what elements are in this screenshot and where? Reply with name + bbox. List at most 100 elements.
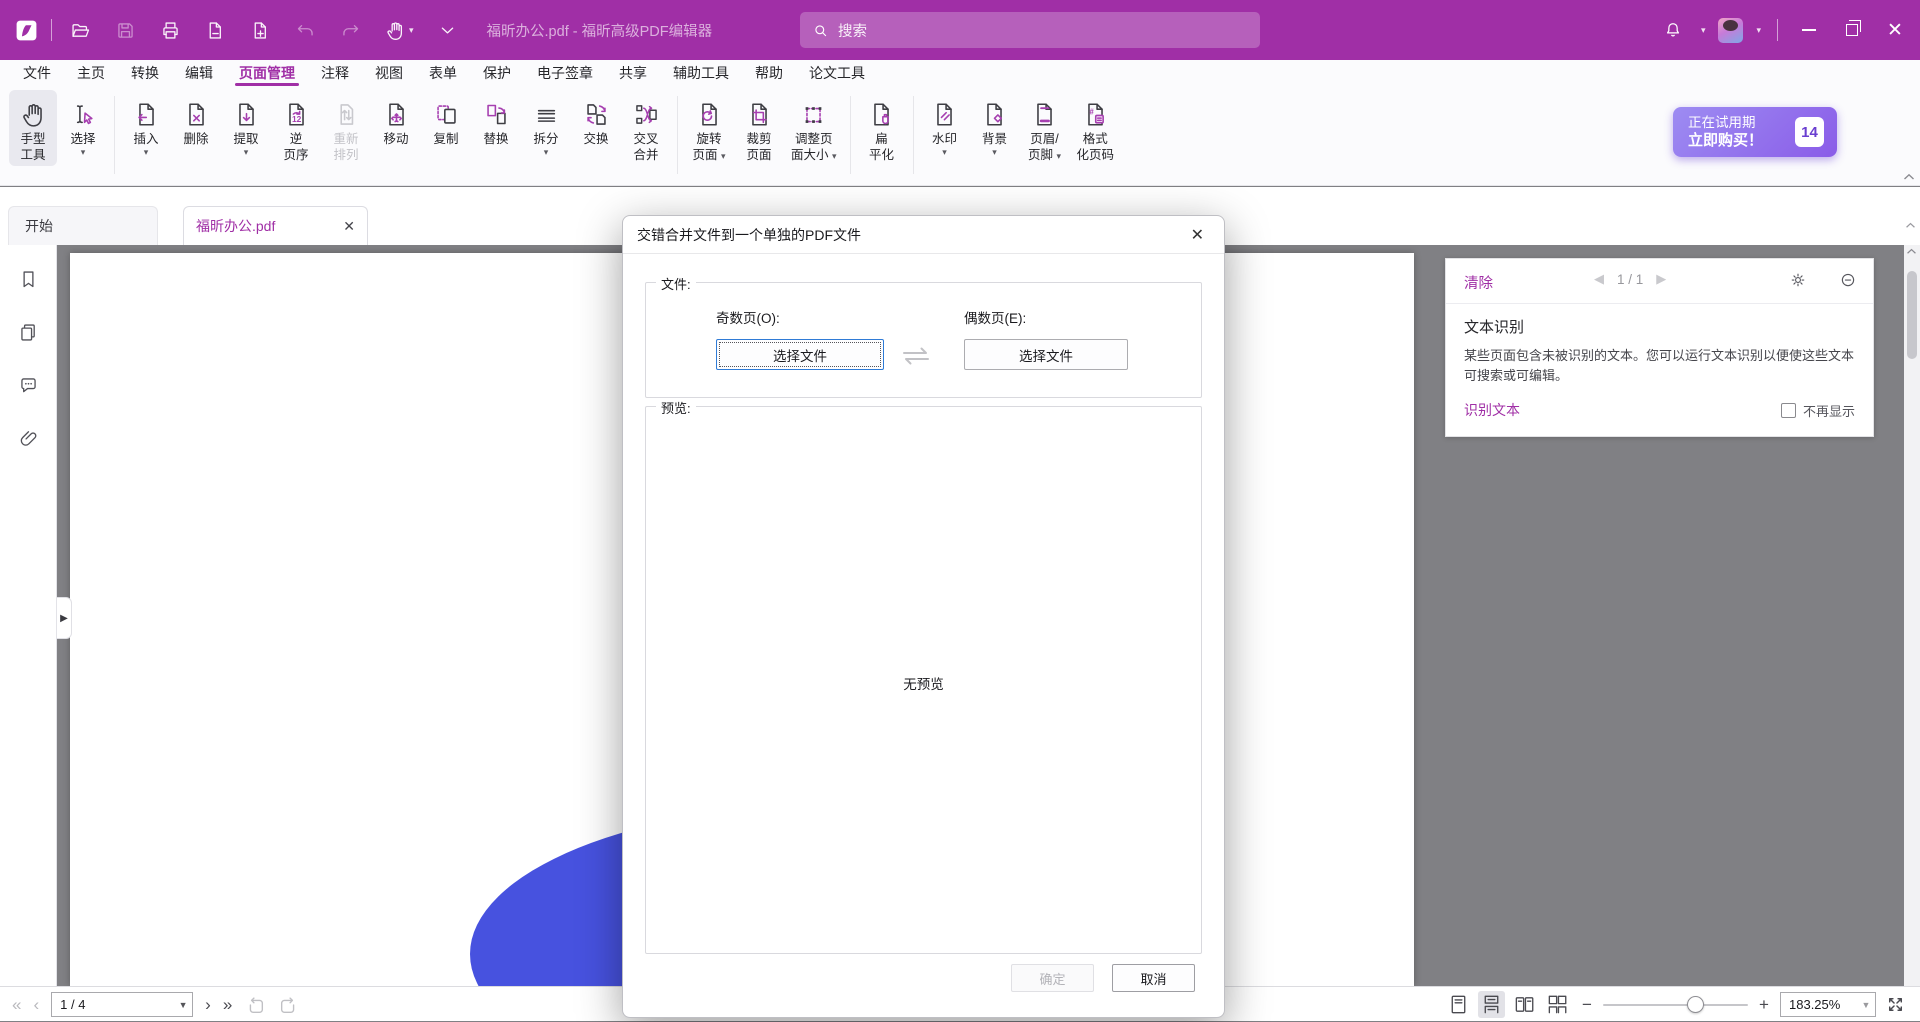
ribbon-tool-split-document[interactable]: 拆分▾ [522,90,570,161]
menu-item-comment[interactable]: 注释 [308,60,362,86]
dropdown-caret-icon[interactable]: ▾ [942,147,947,158]
dropdown-caret-icon[interactable]: ▾ [144,147,149,158]
restore-button[interactable] [1837,15,1867,45]
recognize-text-link[interactable]: 识别文本 [1464,400,1520,420]
undo-icon[interactable] [295,20,316,41]
ribbon-tool-move-pages[interactable]: 移动 [372,90,420,150]
last-page-button[interactable]: » [223,996,232,1013]
ribbon-tool-header-footer[interactable]: 页眉/页脚 ▾ [1021,90,1069,166]
dialog-close-icon[interactable]: ✕ [1185,223,1210,247]
fullscreen-icon[interactable] [1885,994,1906,1015]
zoom-out-button[interactable]: − [1580,995,1594,1015]
user-avatar[interactable] [1718,18,1743,43]
pager-next-icon[interactable]: ▶ [1656,271,1666,287]
print-icon[interactable] [160,20,181,41]
first-page-button[interactable]: « [12,996,21,1013]
ribbon-tool-duplicate-pages[interactable]: 复制 [422,90,470,150]
dropdown-caret-icon[interactable]: ▾ [992,147,997,158]
menu-item-page-management[interactable]: 页面管理 [226,60,308,86]
vertical-scrollbar[interactable] [1904,245,1920,986]
foxit-logo-icon[interactable] [14,18,39,43]
tab-document[interactable]: 福昕办公.pdf ✕ [183,206,368,245]
tab-close-icon[interactable]: ✕ [343,218,355,235]
ribbon-tool-format-page-numbers[interactable]: #格式化页码 [1071,90,1121,166]
ribbon-tool-insert-pages[interactable]: 插入▾ [122,90,170,161]
dropdown-caret-icon[interactable]: ▾ [244,147,249,158]
minimize-button[interactable] [1794,15,1824,45]
choose-odd-file-button[interactable]: 选择文件 [716,339,884,370]
account-caret-icon[interactable]: ▾ [1756,25,1761,36]
facing-pages-icon[interactable] [1511,991,1538,1018]
page-minus-icon[interactable] [205,20,226,41]
ribbon-tool-replace-pages[interactable]: 替换 [472,90,520,150]
menu-item-form[interactable]: 表单 [416,60,470,86]
ribbon-tool-select[interactable]: 选择▾ [59,90,107,161]
page-thumbnails-icon[interactable] [18,322,39,343]
scrollbar-up-icon[interactable] [1906,248,1917,255]
menu-item-accessibility[interactable]: 辅助工具 [660,60,742,86]
menu-item-file[interactable]: 文件 [10,60,64,86]
ribbon-tool-background[interactable]: 背景▾ [971,90,1019,161]
previous-page-button[interactable]: ‹ [33,996,39,1013]
cancel-button[interactable]: 取消 [1112,964,1195,992]
clear-link[interactable]: 清除 [1464,272,1493,293]
menu-item-view[interactable]: 视图 [362,60,416,86]
ribbon-tool-delete-pages[interactable]: 删除 [172,90,220,150]
ribbon-tool-crop-pages[interactable]: 裁剪页面 [735,90,783,166]
dismiss-checkbox[interactable] [1781,403,1796,418]
zoom-slider-handle[interactable] [1687,996,1704,1013]
hand-mode-icon[interactable]: ▾ [385,20,414,41]
gear-icon[interactable] [1789,271,1807,289]
attachments-icon[interactable] [18,428,39,449]
combo-caret-icon[interactable]: ▼ [174,1000,192,1010]
ribbon-tool-flatten-pages[interactable]: 扁平化 [858,90,906,166]
close-button[interactable]: ✕ [1880,15,1910,45]
menu-item-help[interactable]: 帮助 [742,60,796,86]
collapse-ribbon-icon[interactable] [1903,173,1915,181]
scrollbar-thumb[interactable] [1907,271,1917,359]
ribbon-tool-reverse-order[interactable]: 12逆页序 [272,90,320,166]
continuous-facing-icon[interactable] [1544,991,1571,1018]
dropdown-caret-icon[interactable]: ▾ [81,147,86,158]
redo-icon[interactable] [340,20,361,41]
save-icon[interactable] [115,20,136,41]
menu-item-e-sign[interactable]: 电子签章 [524,60,606,86]
notifications-caret-icon[interactable]: ▾ [1701,25,1706,36]
ribbon-tool-interleave-merge[interactable]: 交叉合并 [622,90,670,166]
ribbon-tool-watermark[interactable]: 水印▾ [921,90,969,161]
page-plus-icon[interactable] [250,20,271,41]
scroll-up-icon[interactable] [1905,222,1916,229]
expand-panel-handle[interactable]: ▶ [57,597,72,639]
comments-icon[interactable] [18,375,39,396]
choose-even-file-button[interactable]: 选择文件 [964,339,1128,370]
menu-item-edit[interactable]: 编辑 [172,60,226,86]
ribbon-tool-rotate-pages[interactable]: 旋转页面 ▾ [685,90,733,166]
page-number-combo[interactable]: 1 / 4 ▼ [51,992,193,1017]
single-page-icon[interactable] [1445,991,1472,1018]
ribbon-tool-hand-tool[interactable]: 手型工具 [9,90,57,166]
collapse-card-icon[interactable] [1839,271,1857,289]
zoom-in-button[interactable]: + [1757,995,1771,1015]
toolbar-options-icon[interactable] [438,21,457,40]
ribbon-tool-resize-pages[interactable]: 调整页面大小 ▾ [785,90,843,166]
menu-item-home[interactable]: 主页 [64,60,118,86]
pager-prev-icon[interactable]: ◀ [1594,271,1604,287]
trial-purchase-badge[interactable]: 正在试用期 立即购买！ 14 [1673,107,1837,157]
next-view-icon[interactable] [278,994,300,1016]
bookmarks-icon[interactable] [18,269,39,290]
open-file-icon[interactable] [70,20,91,41]
ok-button[interactable]: 确定 [1011,964,1094,992]
dismiss-option[interactable]: 不再显示 [1781,401,1855,420]
menu-item-share[interactable]: 共享 [606,60,660,86]
menu-item-convert[interactable]: 转换 [118,60,172,86]
ribbon-tool-swap-pages[interactable]: 交换 [572,90,620,150]
tab-start[interactable]: 开始 [8,206,158,245]
notifications-bell-icon[interactable] [1658,15,1688,45]
search-input[interactable]: 搜索 [800,12,1260,48]
next-page-button[interactable]: › [205,996,211,1013]
ribbon-tool-extract-pages[interactable]: 提取▾ [222,90,270,161]
menu-item-protect[interactable]: 保护 [470,60,524,86]
dropdown-caret-icon[interactable]: ▾ [544,147,549,158]
combo-caret-icon[interactable]: ▼ [1857,1000,1875,1010]
zoom-slider[interactable] [1603,1004,1748,1006]
